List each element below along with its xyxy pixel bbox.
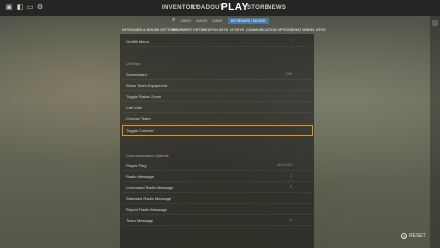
section-header-communication: Communication Options <box>126 153 169 158</box>
keybind-value[interactable]: T <box>290 37 292 46</box>
row-scoreboard[interactable]: Scoreboard TAB <box>122 70 312 80</box>
row-label: Report Radio Message <box>126 207 167 212</box>
row-graffiti-menu[interactable]: Graffiti Menu T <box>122 37 312 47</box>
row-label: Command Radio Message <box>126 185 174 190</box>
nav-news[interactable]: NEWS <box>267 0 286 16</box>
row-player-ping[interactable]: Player Ping MOUSE3 <box>122 161 312 171</box>
reset-icon: ↺ <box>401 233 407 239</box>
row-label: Call Vote <box>126 105 143 110</box>
row-command-radio-message[interactable]: Command Radio Message X <box>122 183 312 193</box>
tab-weapon-keys[interactable]: WEAPON KEYS <box>202 28 228 32</box>
search-icon[interactable]: ⌕ <box>172 17 175 24</box>
top-navigation-bar: ▣ ◧ ▭ ⚙ INVENTORY LOADOUT PLAY STORE NEW… <box>0 0 440 16</box>
row-label: Player Ping <box>126 163 147 168</box>
tab-communication-options[interactable]: COMMUNICATION OPTIONS <box>246 28 293 32</box>
row-report-radio-message[interactable]: Report Radio Message <box>122 205 312 215</box>
tab-ui-keys[interactable]: UI KEYS <box>230 28 244 32</box>
keybind-value[interactable]: TAB <box>285 70 292 79</box>
keybind-value[interactable]: MOUSE3 <box>277 161 292 170</box>
loadout-icon[interactable]: ◧ <box>16 4 24 12</box>
tab-keyboard-mouse-settings[interactable]: KEYBOARD & MOUSE SETTINGS <box>122 28 178 32</box>
row-toggle-radar-zoom[interactable]: Toggle Radar Zoom <box>122 92 312 102</box>
friends-icon[interactable] <box>432 20 438 26</box>
settings-tabs: KEYBOARD & MOUSE SETTINGS MOVEMENT KEYS … <box>120 26 326 34</box>
nav-store[interactable]: STORE <box>247 0 269 16</box>
settings-icon[interactable]: ⚙ <box>36 4 44 12</box>
reset-button[interactable]: ↺ RESET <box>401 233 426 239</box>
subnav-audio[interactable]: AUDIO <box>196 19 207 23</box>
row-label: Scoreboard <box>126 72 147 77</box>
keybind-value[interactable]: X <box>290 183 292 192</box>
row-radio-message[interactable]: Radio Message Z <box>122 172 312 182</box>
reset-label: RESET <box>409 233 426 239</box>
home-icon[interactable]: ▣ <box>5 4 13 12</box>
tv-icon[interactable]: ▭ <box>26 4 34 12</box>
row-label: Standard Radio Message <box>126 196 172 201</box>
row-show-team-equipment[interactable]: Show Team Equipment <box>122 81 312 91</box>
row-label: Team Message <box>126 218 154 223</box>
keybind-value[interactable]: Z <box>290 172 292 181</box>
row-standard-radio-message[interactable]: Standard Radio Message <box>122 194 312 204</box>
section-header-ui-keys: UI Keys <box>126 61 141 66</box>
tab-movement-keys[interactable]: MOVEMENT KEYS <box>172 28 203 32</box>
right-side-panel <box>430 16 440 248</box>
subnav-video[interactable]: VIDEO <box>180 19 191 23</box>
row-label: Show Team Equipment <box>126 83 168 88</box>
row-call-vote[interactable]: Call Vote <box>122 103 312 113</box>
nav-loadout[interactable]: LOADOUT <box>192 0 224 16</box>
row-label: Radio Message <box>126 174 154 179</box>
tab-chat-wheel-keys[interactable]: CHAT WHEEL KEYS <box>292 28 326 32</box>
row-label: Graffiti Menu <box>126 39 149 44</box>
keybind-value[interactable]: U <box>289 216 292 225</box>
settings-subnav: ⌕ VIDEO AUDIO GAME KEYBOARD / MOUSE <box>172 16 292 25</box>
row-choose-team[interactable]: Choose Team <box>122 114 312 124</box>
selected-row-highlight <box>122 125 313 136</box>
row-label: Choose Team <box>126 116 151 121</box>
subnav-keyboard-mouse[interactable]: KEYBOARD / MOUSE <box>227 17 269 24</box>
nav-play[interactable]: PLAY <box>221 0 249 16</box>
subnav-game[interactable]: GAME <box>212 19 222 23</box>
row-team-message[interactable]: Team Message U <box>122 216 312 226</box>
row-label: Toggle Radar Zoom <box>126 94 162 99</box>
